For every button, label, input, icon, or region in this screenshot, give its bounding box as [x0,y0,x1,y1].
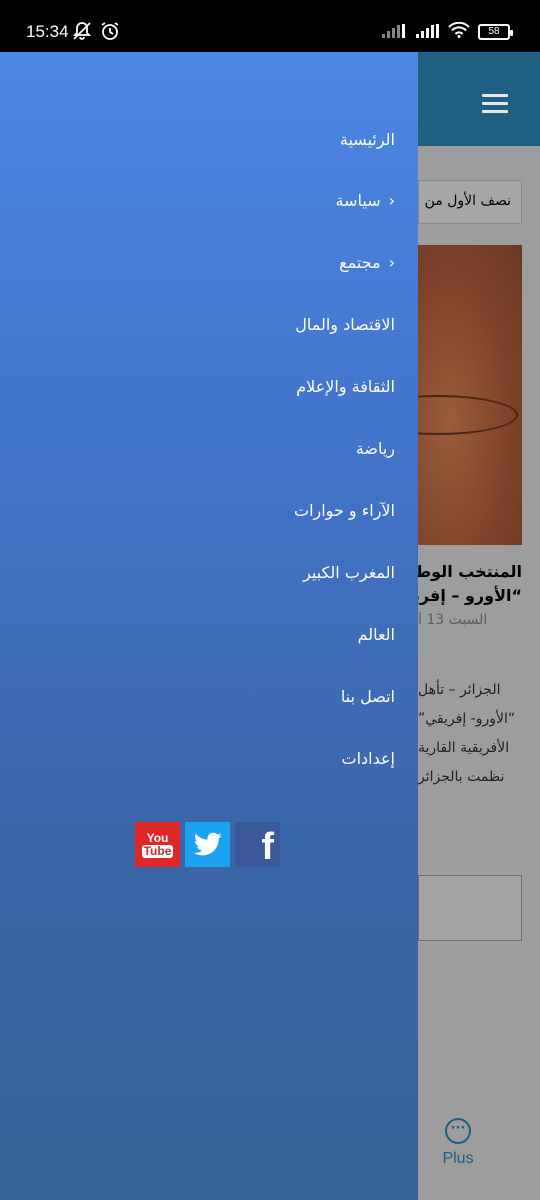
hamburger-menu-icon[interactable] [482,94,508,114]
status-icons-left [72,21,120,45]
social-links: You Tube f [135,822,280,867]
menu-item-home[interactable]: الرئيسية [340,130,395,149]
menu-item-maghreb[interactable]: المغرب الكبير [303,563,395,582]
excerpt-line: الأفريقية القارية [418,740,510,756]
youtube-text-bottom: Tube [141,843,174,858]
plus-label: Plus [442,1150,474,1167]
wifi-icon [448,21,470,42]
article-title-line: المنتخب الوطني [418,562,522,581]
menu-item-society[interactable]: ‹ مجتمع [339,253,395,272]
menu-item-economy[interactable]: الاقتصاد والمال [295,315,395,334]
menu-item-label: سياسة [335,191,381,210]
menu-item-label: اتصل بنا [340,687,395,706]
menu-item-label: إعدادات [341,749,395,768]
menu-item-label: الاقتصاد والمال [295,315,395,334]
menu-item-settings[interactable]: إعدادات [342,749,395,768]
plus-button[interactable]: ··· Plus [430,1118,486,1168]
menu-item-label: الرئيسية [339,130,395,149]
menu-item-label: الآراء و حوارات [294,501,395,520]
excerpt-line: الجزائر – تأهل [418,682,501,698]
menu-item-label: المغرب الكبير [303,563,395,582]
menu-item-culture[interactable]: الثقافة والإعلام [296,377,395,396]
menu-item-world[interactable]: العالم [358,625,395,644]
signal-icon [382,23,408,42]
excerpt-line: “الأورو- إفريقي” [418,711,516,727]
chevron-left-icon: ‹ [388,253,395,272]
menu-item-label: مجتمع [339,253,381,272]
status-bar: 15:34 58 [0,0,540,52]
menu-item-contact[interactable]: اتصل بنا [341,687,395,706]
ticker-text: نصف الأول من [424,193,511,209]
article-excerpt: الجزائر – تأهل “الأورو- إفريقي” الأفريقي… [418,676,522,792]
battery-icon: 58 [478,24,513,40]
excerpt-line: نظمت بالجزائر [418,769,505,785]
youtube-text-top: You [146,830,169,845]
article-title[interactable]: المنتخب الوطني “الأورو – إفريقي” [418,560,522,608]
menu-item-label: رياضة [355,439,395,458]
menu-item-opinions[interactable]: الآراء و حوارات [294,501,395,520]
news-ticker[interactable]: نصف الأول من [418,180,522,224]
twitter-icon[interactable] [185,822,230,867]
menu-item-label: العالم [357,625,395,644]
menu-item-sports[interactable]: رياضة [356,439,395,458]
signal-icon [416,23,440,42]
status-icons-right: 58 [382,21,513,42]
alarm-icon [100,21,120,45]
more-dots-icon: ··· [445,1118,471,1144]
chevron-left-icon: ‹ [388,191,395,210]
article-title-line: “الأورو – إفريقي” [418,586,522,605]
article-image[interactable] [358,245,522,545]
facebook-glyph: f [261,826,274,868]
bell-off-icon [72,21,92,45]
ad-box[interactable] [418,875,522,941]
youtube-icon[interactable]: You Tube [135,822,180,867]
navigation-drawer: الرئيسية ‹ سياسة ‹ مجتمع الاقتصاد والمال… [0,52,418,1200]
menu-item-politics[interactable]: ‹ سياسة [336,191,396,210]
facebook-icon[interactable]: f [235,822,280,867]
status-time: 15:34 [26,22,69,41]
article-date: السبت 13 أ [418,612,488,628]
menu-item-label: الثقافة والإعلام [296,377,395,396]
